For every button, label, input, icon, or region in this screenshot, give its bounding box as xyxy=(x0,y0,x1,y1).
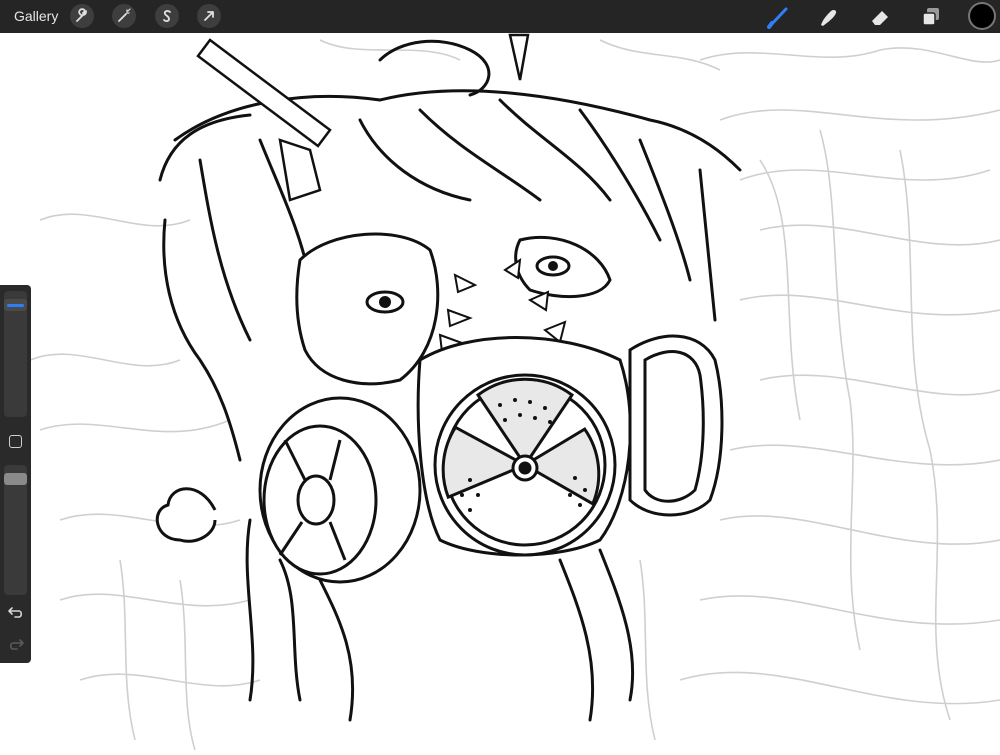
smudge-icon[interactable] xyxy=(817,5,841,29)
actions-wrench-icon[interactable] xyxy=(70,4,94,28)
top-toolbar: Gallery xyxy=(0,0,1000,33)
brush-size-thumb[interactable] xyxy=(4,299,27,311)
brush-size-slider[interactable] xyxy=(4,291,27,417)
opacity-slider[interactable] xyxy=(4,465,27,595)
drawing-canvas[interactable] xyxy=(0,33,1000,751)
transform-arrow-icon[interactable] xyxy=(197,4,221,28)
brush-icon[interactable] xyxy=(767,5,791,29)
artwork xyxy=(29,33,1000,751)
modify-button[interactable] xyxy=(9,435,22,448)
brush-sidebar xyxy=(0,285,31,663)
redo-icon[interactable] xyxy=(7,635,25,653)
selection-s-icon[interactable] xyxy=(155,4,179,28)
color-swatch[interactable] xyxy=(970,4,994,28)
adjustments-wand-icon[interactable] xyxy=(112,4,136,28)
layers-icon[interactable] xyxy=(919,5,943,29)
undo-icon[interactable] xyxy=(7,603,25,621)
opacity-thumb[interactable] xyxy=(4,473,27,485)
gallery-button[interactable]: Gallery xyxy=(14,8,58,24)
eraser-icon[interactable] xyxy=(868,5,892,29)
